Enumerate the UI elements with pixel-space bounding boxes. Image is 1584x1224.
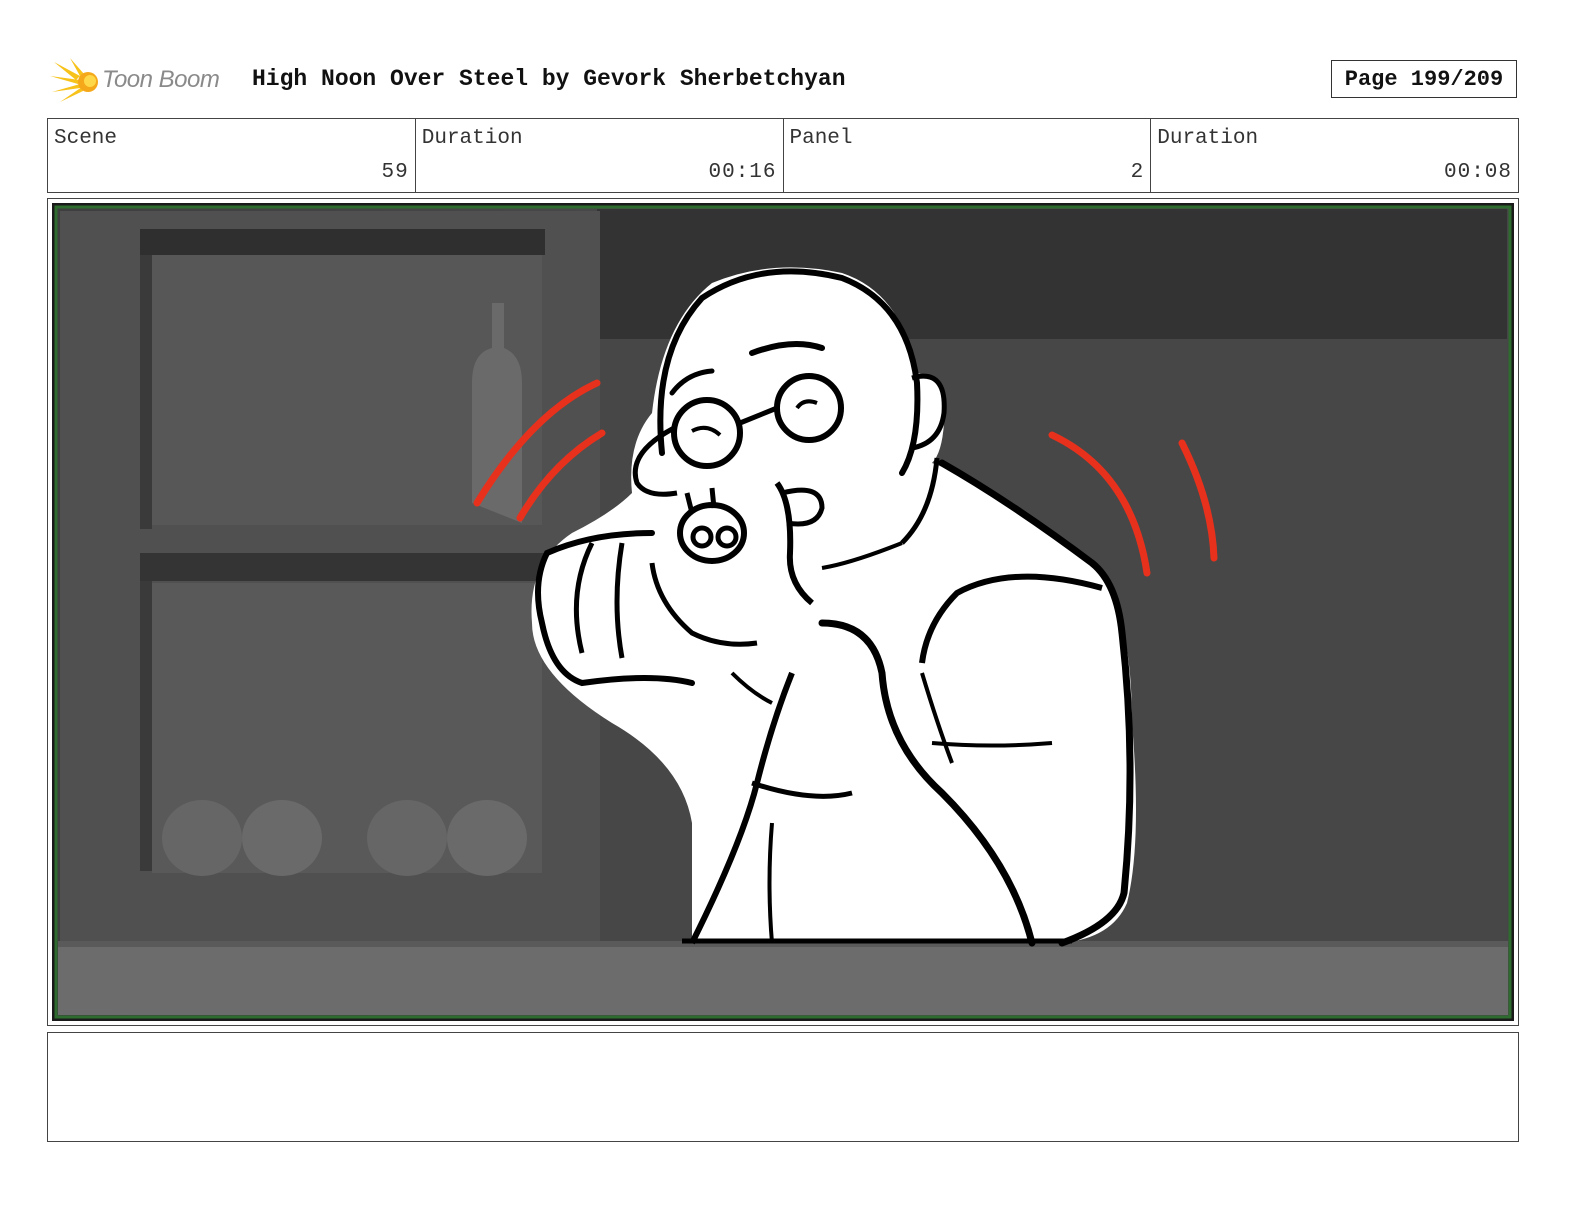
panel-drawing (52, 203, 1514, 1021)
toon-boom-logo: Toon Boom (50, 56, 240, 106)
panel-duration-cell: Duration 00:08 (1151, 119, 1518, 192)
scene-value: 59 (381, 161, 409, 184)
scene-label: Scene (54, 127, 118, 150)
panel-duration-value: 00:08 (1443, 161, 1512, 184)
panel-info-row: Scene 59 Duration 00:16 Panel 2 Duration… (47, 118, 1519, 193)
scene-cell: Scene 59 (48, 119, 416, 192)
scene-duration-cell: Duration 00:16 (416, 119, 784, 192)
panel-cell: Panel 2 (784, 119, 1152, 192)
panel-label: Panel (789, 127, 853, 150)
scene-duration-value: 00:16 (708, 161, 777, 184)
scene-duration-label: Duration (421, 127, 523, 150)
panel-duration-label: Duration (1157, 127, 1259, 150)
page-indicator: Page 199/209 (1331, 60, 1517, 98)
storyboard-title: High Noon Over Steel by Gevork Sherbetch… (252, 66, 846, 92)
storyboard-panel (47, 198, 1519, 1026)
panel-value: 2 (1130, 161, 1145, 184)
logo-text: Toon Boom (102, 66, 220, 93)
counter (58, 943, 1508, 1015)
panel-notes (47, 1032, 1519, 1142)
shelf-unit (60, 211, 600, 946)
starburst-icon (50, 58, 98, 102)
